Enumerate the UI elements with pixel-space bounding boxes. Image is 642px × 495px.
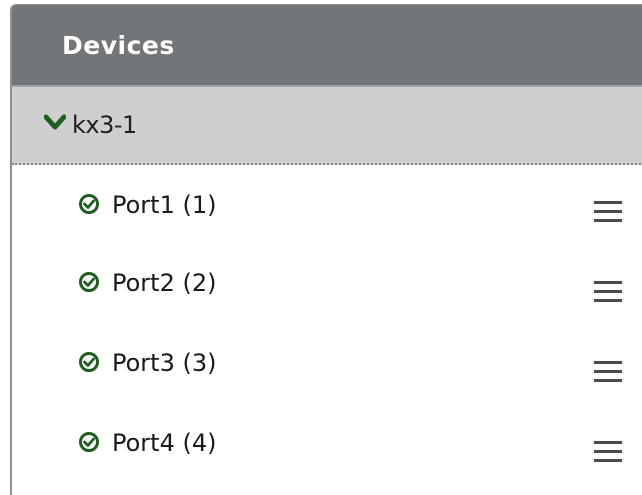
port-row-4[interactable]: Port4 (4) (12, 405, 642, 485)
port-label: Port4 (4) (112, 429, 217, 457)
check-circle-icon (78, 431, 100, 453)
check-circle-icon (78, 193, 100, 215)
port-label: Port1 (1) (112, 191, 217, 219)
hamburger-menu-icon[interactable] (594, 441, 622, 463)
port-row-1[interactable]: Port1 (1) (12, 165, 642, 245)
check-circle-icon (78, 351, 100, 373)
port-row-2[interactable]: Port2 (2) (12, 245, 642, 325)
panel-header: Devices (12, 5, 642, 85)
port-row-3[interactable]: Port3 (3) (12, 325, 642, 405)
device-row-kx3-1[interactable]: kx3-1 (12, 85, 642, 165)
hamburger-menu-icon[interactable] (594, 201, 622, 223)
check-circle-icon (78, 271, 100, 293)
chevron-down-icon[interactable] (43, 114, 67, 132)
device-name: kx3-1 (72, 111, 137, 139)
devices-panel: Devices kx3-1 Port1 (1) Port2 (2) Port3 … (10, 4, 642, 495)
port-label: Port2 (2) (112, 269, 217, 297)
panel-title: Devices (62, 30, 175, 60)
hamburger-menu-icon[interactable] (594, 281, 622, 303)
port-label: Port3 (3) (112, 349, 217, 377)
hamburger-menu-icon[interactable] (594, 361, 622, 383)
